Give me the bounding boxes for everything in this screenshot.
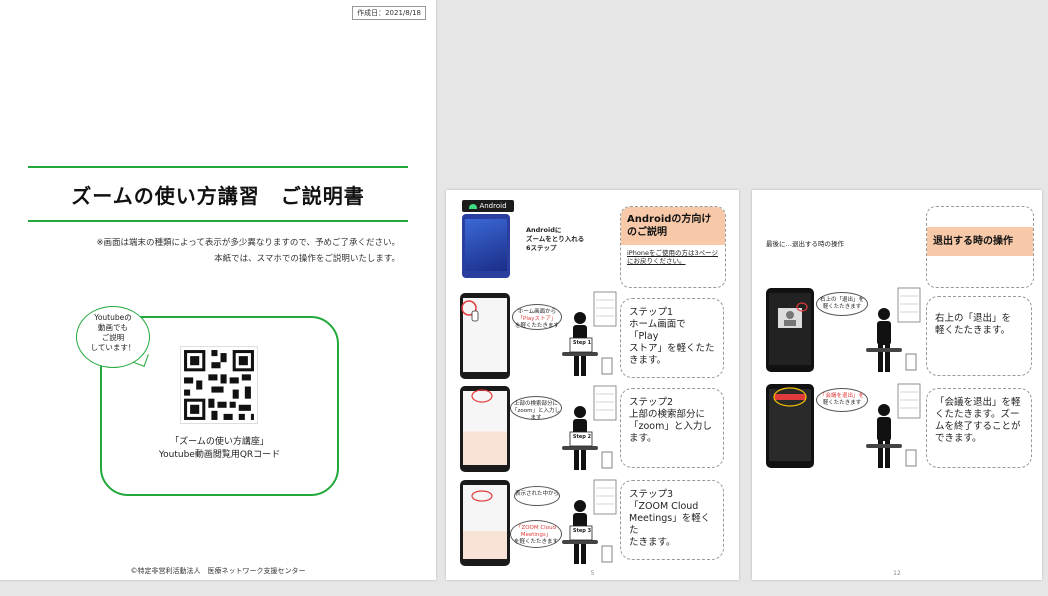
video-user-icon	[778, 302, 808, 328]
step-1-box: ステップ1 ホーム画面で「Play ストア」を軽くたた きます。	[620, 298, 724, 378]
phone-screenshot	[766, 384, 814, 468]
phone-screenshot	[460, 293, 510, 379]
android-phone-icon	[462, 214, 510, 278]
step-line: ムを終了することが	[935, 421, 1021, 432]
section-heading: 退出する時の操作	[927, 227, 1033, 256]
step-3-box: ステップ3 「ZOOM Cloud Meetings」を軽くた たきます。	[620, 480, 724, 560]
step-line: くたたきます。ズー	[935, 409, 1020, 420]
step-line: ます。	[629, 433, 657, 444]
youtube-bubble: Youtubeの 動画でも ご説明 しています！	[76, 306, 150, 368]
creation-date: 作成日：2021/8/18	[352, 6, 426, 20]
speech-line: 右上の「退出」を	[819, 297, 864, 303]
step-speech: 「ZOOM Cloud Meetings」 を軽くたたきます	[510, 520, 562, 548]
page-5-android-guide: Android Androidに ズームをとり入れる 6ステップ Android…	[446, 190, 739, 580]
phone-screenshot	[766, 288, 814, 372]
step-line: 「zoom」と入力し	[629, 421, 712, 432]
speech-line: 軽くたたきます	[822, 400, 862, 406]
android-logo-icon	[469, 203, 478, 209]
step-line: 「会議を退出」を軽	[935, 397, 1021, 408]
qr-caption-desc: Youtube動画閲覧用QRコード	[158, 450, 281, 460]
speech-line: 「zoom」と入力します	[512, 408, 560, 421]
speech-line: 表示された中から	[515, 491, 560, 497]
step-line: 右上の「退出」を	[935, 313, 1012, 324]
exit-step-1-box: 右上の「退出」を 軽くたたきます。	[926, 296, 1032, 376]
presenter-illustration-icon	[866, 383, 921, 468]
step-line: Meetings」を軽くた	[629, 513, 711, 536]
android-badge-label: Android	[479, 202, 507, 210]
presenter-illustration-icon	[562, 291, 617, 376]
intro-line: 6ステップ	[526, 244, 557, 252]
tap-hand-icon	[471, 389, 493, 403]
speech-line: 「ZOOM Cloud Meetings」	[515, 525, 557, 538]
presenter-illustration-icon	[866, 287, 921, 372]
heading-box: 退出する時の操作	[926, 206, 1034, 288]
step-speech: 右上の「退出」を 軽くたたきます	[816, 292, 868, 316]
presenter-illustration-icon	[562, 385, 617, 470]
speech-line: 軽くたたきます	[822, 304, 862, 310]
step-2-box: ステップ2 上部の検索部分に 「zoom」と入力し ます。	[620, 388, 724, 468]
document-title: ズームの使い方講習 ご説明書	[71, 184, 365, 208]
bubble-line: しています！	[90, 343, 136, 352]
intro-line: ズームをとり入れる	[526, 235, 585, 243]
step-sign: Step 1	[572, 340, 592, 346]
title-rule-top	[28, 166, 408, 168]
step-line: ステップ1	[629, 307, 674, 318]
phone-screenshot	[460, 480, 510, 566]
page-number: 5	[590, 570, 595, 577]
step-line: 軽くたたきます。	[935, 325, 1011, 336]
speech-line: 「Playストア」	[517, 316, 557, 322]
presenter-illustration-icon	[562, 479, 617, 564]
step-speech: 「会議を退出」を 軽くたたきます	[816, 388, 868, 412]
cover-note-2: 本紙では、スマホでの操作をご説明いたします。	[214, 254, 400, 264]
page-number: 12	[893, 570, 901, 577]
qr-code-icon[interactable]	[180, 346, 258, 424]
speech-line: 「会議を退出」を	[819, 393, 864, 399]
tap-highlight-icon	[773, 387, 807, 407]
tap-hand-icon	[471, 490, 493, 502]
section-heading: Androidの方向けのご説明	[621, 207, 725, 245]
lead-text: 最後に…退出する時の操作	[766, 240, 844, 248]
step-speech: 表示された中から	[514, 486, 560, 506]
step-line: 上部の検索部分に	[629, 409, 706, 420]
cover-page: 作成日：2021/8/18 ズームの使い方講習 ご説明書 ※画面は端末の種類によ…	[0, 0, 436, 580]
page-12-exit-guide: 最後に…退出する時の操作 退出する時の操作 右上の「退出」を 軽くたたきます 右…	[752, 190, 1042, 580]
bubble-line: ご説明	[101, 333, 125, 342]
step-line: たきます。	[629, 537, 676, 548]
cover-note-1: ※画面は端末の種類によって表示が多少異なりますので、予めご了承ください。	[96, 238, 400, 248]
speech-line: を軽くたたきます	[513, 539, 558, 545]
step-line: ステップ3	[629, 489, 674, 500]
step-line: きます。	[629, 355, 667, 366]
organization-footer: ©特定非営利活動法人 医療ネットワーク支援センター	[130, 567, 306, 575]
qr-caption-title: 「ズームの使い方講座」	[170, 437, 269, 447]
iphone-back-link[interactable]: iPhoneをご使用の方は3ページにお戻りください。	[621, 245, 725, 269]
android-badge: Android	[462, 200, 514, 212]
step-speech: 上部の検索部分に 「zoom」と入力します	[510, 396, 562, 421]
step-line: ストア」を軽くたた	[629, 343, 715, 354]
speech-line: を軽くたたきます	[514, 323, 559, 329]
intro-text: Androidに ズームをとり入れる 6ステップ	[526, 226, 584, 253]
bubble-line: 動画でも	[98, 323, 128, 332]
phone-screenshot	[460, 386, 510, 472]
step-sign: Step 2	[572, 434, 592, 440]
step-line: ホーム画面で「Play	[629, 319, 686, 342]
bubble-line: Youtubeの	[94, 313, 132, 322]
exit-step-2-box: 「会議を退出」を軽 くたたきます。ズー ムを終了することが できます。	[926, 388, 1032, 468]
step-line: 「ZOOM Cloud	[629, 501, 699, 512]
title-rule-bottom	[28, 220, 408, 222]
speech-line: 上部の検索部分に	[513, 401, 558, 407]
speech-line: ホーム画面から	[517, 309, 557, 315]
intro-line: Androidに	[526, 226, 562, 234]
step-line: ステップ2	[629, 397, 674, 408]
heading-box: Androidの方向けのご説明 iPhoneをご使用の方は3ページにお戻りくださ…	[620, 206, 726, 288]
tap-hand-icon	[461, 300, 479, 322]
step-line: できます。	[935, 433, 982, 444]
step-speech: ホーム画面から 「Playストア」 を軽くたたきます	[512, 304, 562, 330]
step-sign: Step 3	[572, 528, 592, 534]
